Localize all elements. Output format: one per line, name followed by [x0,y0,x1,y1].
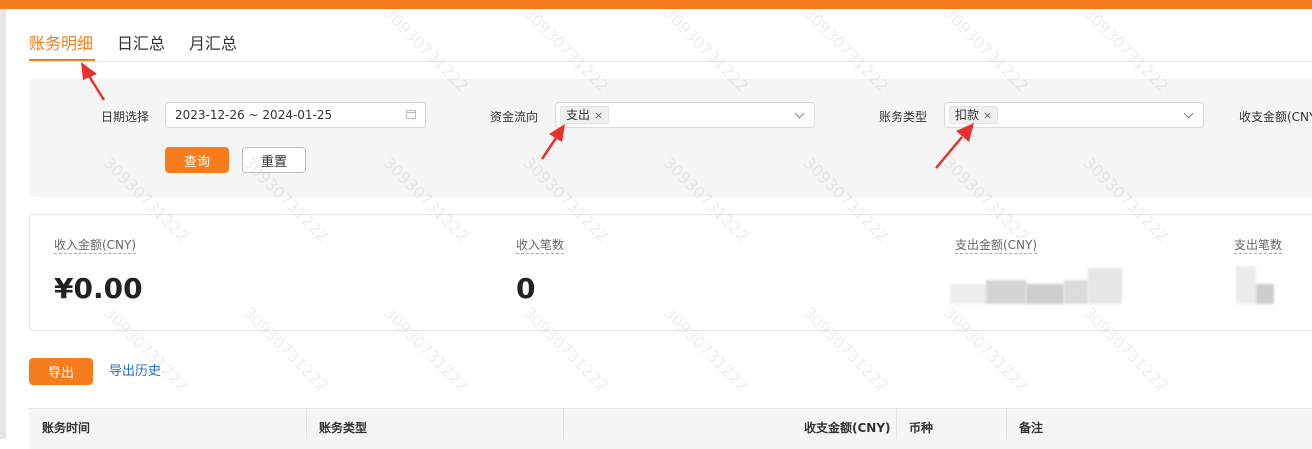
column-header-time[interactable]: 账务时间 [42,421,90,435]
chevron-down-icon [794,108,805,119]
tab-daily-summary[interactable]: 日汇总 [117,31,165,57]
column-divider [563,408,564,439]
expense-amount-label: 支出金额(CNY) [955,238,1038,254]
expense-count-label: 支出笔数 [1234,238,1283,254]
income-count-value: 0 [516,272,536,305]
top-accent-bar [0,0,1312,9]
column-header-amount[interactable]: 收支金额(CNY) [804,421,891,435]
column-divider [896,408,897,439]
left-edge [0,9,6,439]
income-amount-label: 收入金额(CNY) [54,238,137,254]
type-selected-tag: 扣款 × [949,106,999,124]
income-count-label: 收入笔数 [516,238,565,254]
chevron-down-icon [1183,108,1194,119]
flow-tag-label: 支出 [566,108,591,122]
reset-button[interactable]: 重置 [242,147,306,173]
column-header-remark[interactable]: 备注 [1019,421,1043,435]
tag-close-icon[interactable]: × [594,109,603,122]
table-header [29,408,1312,449]
column-header-currency[interactable]: 币种 [909,421,933,435]
export-history-link[interactable]: 导出历史 [109,364,161,380]
calendar-icon [406,110,416,119]
column-header-type[interactable]: 账务类型 [319,421,367,435]
tab-monthly-summary[interactable]: 月汇总 [189,31,237,57]
flow-select[interactable]: 支出 × [555,102,815,128]
column-divider [306,408,307,439]
date-filter-label: 日期选择 [101,110,150,124]
type-tag-label: 扣款 [955,108,980,122]
date-range-picker[interactable]: 2023-12-26 ~ 2024-01-25 [165,102,426,128]
amount-filter-label: 收支金额(CNY [1239,110,1312,124]
filter-panel [29,79,1312,197]
tag-close-icon[interactable]: × [983,109,992,122]
tab-account-details[interactable]: 账务明细 [29,31,93,57]
column-divider [1006,408,1007,439]
search-button[interactable]: 查询 [165,147,229,173]
flow-filter-label: 资金流向 [490,110,539,124]
type-select[interactable]: 扣款 × [944,102,1204,128]
date-range-value: 2023-12-26 ~ 2024-01-25 [175,108,333,122]
flow-selected-tag: 支出 × [560,106,610,124]
type-filter-label: 账务类型 [879,110,928,124]
export-button[interactable]: 导出 [29,358,93,385]
tabs-divider [29,61,1312,62]
income-amount-value: ¥0.00 [54,272,143,305]
